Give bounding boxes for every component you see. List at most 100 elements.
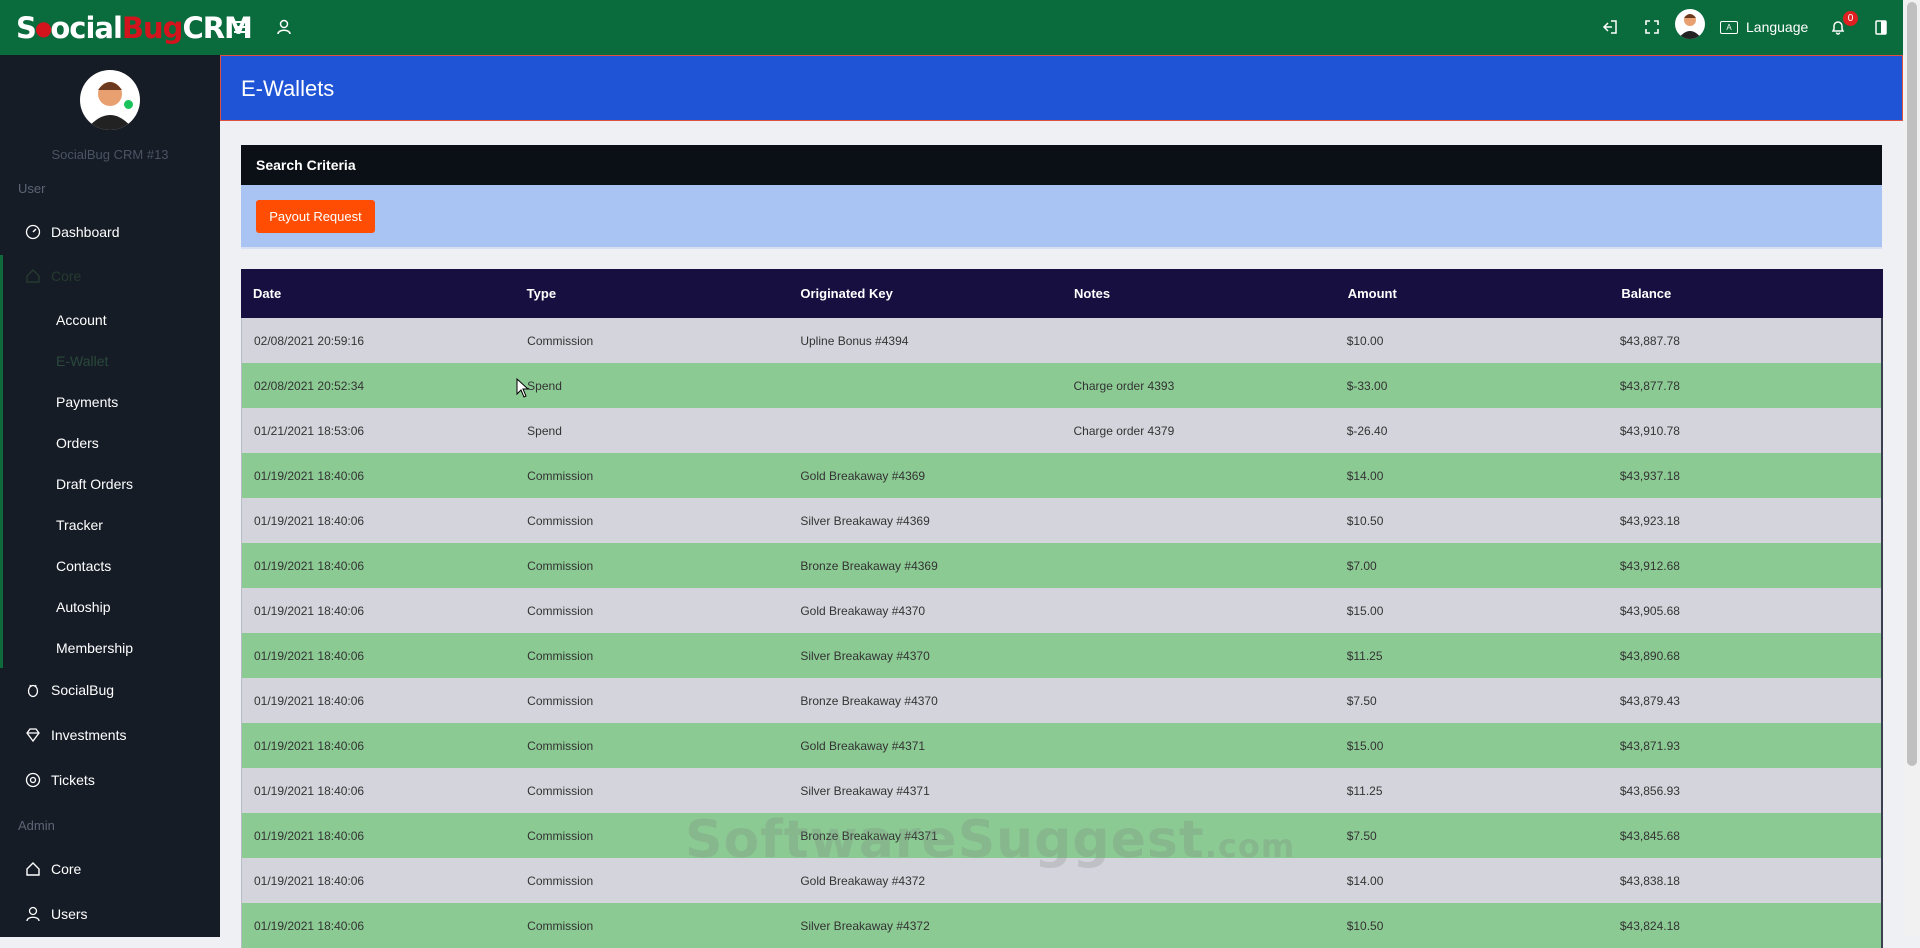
cell-originated-key: Bronze Breakaway #4370 [800, 693, 938, 708]
sidebar-section-admin: Admin [18, 818, 55, 833]
sidebar-subitem-orders[interactable]: Orders [56, 433, 99, 453]
ewallet-table: Date Type Originated Key Notes Amount Ba… [241, 269, 1883, 948]
cell-originated-key: Gold Breakaway #4370 [800, 603, 926, 618]
home-icon [25, 268, 41, 284]
cell-type: Commission [527, 648, 594, 663]
sidebar-subitem-autoship[interactable]: Autoship [56, 597, 110, 617]
brand-logo[interactable]: S ● ocial Bug CRM [16, 8, 253, 48]
online-status-dot [122, 98, 135, 111]
table-row[interactable]: 01/19/2021 18:40:06 Commission Silver Brea… [241, 903, 1883, 948]
sidebar-item-dashboard[interactable]: Dashboard [25, 221, 120, 243]
cell-balance: $43,912.68 [1619, 558, 1680, 573]
table-body: 02/08/2021 20:59:16 Commission Upline Bonu… [241, 318, 1883, 948]
sidebar-item-label: Users [51, 906, 88, 922]
sidebar-item-investments[interactable]: Investments [25, 724, 126, 746]
cell-balance: $43,910.78 [1619, 423, 1680, 438]
sidebar-subitem-account[interactable]: Account [56, 310, 107, 330]
table-row[interactable]: 01/19/2021 18:40:06 Commission Bronze Brea… [241, 678, 1883, 723]
cell-balance: $43,879.43 [1619, 693, 1680, 708]
cell-balance: $43,838.18 [1619, 873, 1680, 888]
table-row[interactable]: 01/21/2021 18:53:06 Spend Charge order 437… [241, 408, 1883, 453]
cell-date: 01/19/2021 18:40:06 [254, 603, 365, 618]
cell-amount: $7.50 [1346, 693, 1377, 708]
cell-type: Commission [527, 468, 594, 483]
hamburger-menu-icon[interactable] [231, 16, 253, 38]
cell-originated-key: Silver Breakaway #4369 [800, 513, 930, 528]
cell-originated-key: Silver Breakaway #4371 [800, 783, 930, 798]
page-header: E-Wallets [220, 55, 1903, 121]
diamond-icon [25, 727, 41, 743]
cell-type: Commission [527, 333, 594, 348]
table-row[interactable]: 02/08/2021 20:59:16 Commission Upline Bonu… [241, 318, 1883, 363]
cell-originated-key: Silver Breakaway #4370 [800, 648, 930, 663]
table-header: Date Type Originated Key Notes Amount Ba… [241, 269, 1883, 318]
brand-logo-s: S [16, 11, 37, 45]
table-row[interactable]: 01/19/2021 18:40:06 Commission Silver Brea… [241, 633, 1883, 678]
sidebar-item-tickets[interactable]: Tickets [25, 769, 95, 791]
cell-type: Commission [527, 603, 594, 618]
language-selector[interactable]: A Language [1720, 12, 1808, 42]
cell-amount: $-26.40 [1346, 423, 1388, 438]
cell-date: 01/19/2021 18:40:06 [254, 693, 365, 708]
table-row[interactable]: 01/19/2021 18:40:06 Commission Gold Breaka… [241, 588, 1883, 633]
cell-notes: Charge order 4379 [1073, 423, 1175, 438]
sidebar-item-label: Core [51, 861, 82, 877]
cell-balance: $43,905.68 [1619, 603, 1680, 618]
column-header-date[interactable]: Date [241, 286, 515, 301]
table-row[interactable]: 01/19/2021 18:40:06 Commission Gold Breaka… [241, 723, 1883, 768]
sidebar-subitem-contacts[interactable]: Contacts [56, 556, 111, 576]
column-header-notes[interactable]: Notes [1062, 286, 1336, 301]
cell-originated-key: Bronze Breakaway #4371 [800, 828, 938, 843]
cell-date: 01/19/2021 18:40:06 [254, 873, 365, 888]
cell-notes: Charge order 4393 [1073, 378, 1175, 393]
column-header-type[interactable]: Type [515, 286, 789, 301]
sidebar-toggle-icon[interactable] [1870, 16, 1892, 38]
cell-amount: $7.00 [1346, 558, 1377, 573]
scrollbar-thumb[interactable] [1907, 2, 1917, 766]
bug-icon [25, 682, 41, 698]
sidebar-subitem-tracker[interactable]: Tracker [56, 515, 103, 535]
sidebar-item-socialbug[interactable]: SocialBug [25, 679, 114, 701]
cell-originated-key: Gold Breakaway #4371 [800, 738, 926, 753]
sidebar-subitem-membership[interactable]: Membership [56, 638, 133, 658]
sidebar-item-label: SocialBug [51, 682, 115, 698]
cell-amount: $11.25 [1346, 783, 1383, 798]
table-row[interactable]: 02/08/2021 20:52:34 Spend Charge order 439… [241, 363, 1883, 408]
cell-amount: $7.50 [1346, 828, 1377, 843]
cell-type: Commission [527, 738, 594, 753]
cell-originated-key: Gold Breakaway #4369 [800, 468, 926, 483]
topbar-avatar[interactable] [1675, 9, 1705, 39]
cell-date: 01/19/2021 18:40:06 [254, 783, 365, 798]
search-criteria-panel: Payout Request [241, 185, 1882, 249]
column-header-originated-key[interactable]: Originated Key [788, 286, 1062, 301]
cell-amount: $14.00 [1346, 468, 1384, 483]
sidebar-subitem-draft-orders[interactable]: Draft Orders [56, 474, 133, 494]
top-navbar: S ● ocial Bug CRM A Language 0 [0, 0, 1920, 55]
payout-request-button[interactable]: Payout Request [256, 200, 375, 233]
table-row[interactable]: 01/19/2021 18:40:06 Commission Silver Brea… [241, 768, 1883, 813]
cell-originated-key: Gold Breakaway #4372 [800, 873, 926, 888]
notification-badge: 0 [1843, 11, 1858, 26]
table-row[interactable]: 01/19/2021 18:40:06 Commission Silver Brea… [241, 498, 1883, 543]
cell-amount: $11.25 [1346, 648, 1383, 663]
sidebar-item-users[interactable]: Users [25, 903, 88, 925]
dashboard-gauge-icon [25, 224, 41, 240]
cell-originated-key: Silver Breakaway #4372 [800, 918, 930, 933]
sidebar-item-core[interactable]: Core [25, 265, 81, 287]
user-icon[interactable] [273, 16, 295, 38]
table-row[interactable]: 01/19/2021 18:40:06 Commission Gold Breaka… [241, 858, 1883, 903]
column-header-amount[interactable]: Amount [1336, 286, 1610, 301]
table-row[interactable]: 01/19/2021 18:40:06 Commission Bronze Brea… [241, 543, 1883, 588]
sidebar-item-label: Dashboard [51, 224, 120, 240]
table-row[interactable]: 01/19/2021 18:40:06 Commission Gold Breaka… [241, 453, 1883, 498]
fullscreen-icon[interactable] [1641, 16, 1663, 38]
sidebar-section-user: User [18, 181, 46, 196]
sidebar-subitem-payments[interactable]: Payments [56, 392, 118, 412]
column-header-balance[interactable]: Balance [1609, 286, 1883, 301]
table-row[interactable]: 01/19/2021 18:40:06 Commission Bronze Brea… [241, 813, 1883, 858]
cell-type: Commission [527, 828, 594, 843]
sidebar-item-admin-core[interactable]: Core [25, 858, 81, 880]
logout-icon[interactable] [1599, 16, 1621, 38]
home-icon [25, 861, 41, 877]
sidebar-subitem-e-wallet[interactable]: E-Wallet [56, 351, 108, 371]
